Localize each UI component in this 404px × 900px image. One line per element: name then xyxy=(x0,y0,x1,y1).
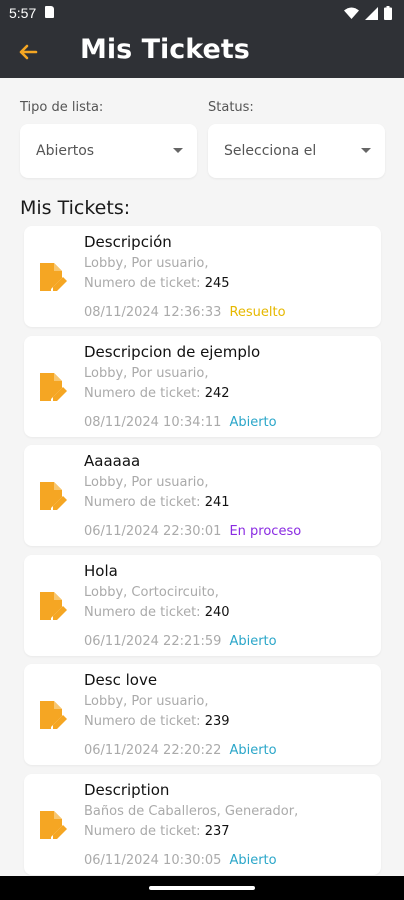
home-gesture-handle[interactable] xyxy=(149,886,255,890)
list-type-value: Abiertos xyxy=(36,143,95,159)
ticket-date: 08/11/2024 12:36:33 xyxy=(84,305,222,320)
ticket-number-label: Numero de ticket: xyxy=(84,495,201,510)
edit-document-icon xyxy=(40,701,67,729)
ticket-location: Lobby, Por usuario, xyxy=(84,475,209,490)
ticket-list: Descripción Lobby, Por usuario, Numero d… xyxy=(24,226,381,883)
ticket-location: Baños de Caballeros, Generador, xyxy=(84,803,299,819)
navigation-bar xyxy=(0,876,404,900)
ticket-number-label: Numero de ticket: xyxy=(84,823,201,839)
ticket-status: Abierto xyxy=(229,414,277,430)
app-bar: Mis Tickets xyxy=(0,26,404,78)
edit-document-icon xyxy=(40,482,67,510)
ticket-title: Desc love xyxy=(84,671,158,689)
ticket-number-label: Numero de ticket: xyxy=(84,276,201,291)
arrow-back-icon xyxy=(19,44,38,60)
ticket-number: 240 xyxy=(204,604,230,620)
ticket-date: 06/11/2024 22:30:01 xyxy=(84,524,222,539)
ticket-title: Hola xyxy=(84,561,118,580)
ticket-number: 241 xyxy=(204,495,230,510)
ticket-title: Aaaaaa xyxy=(84,452,141,470)
ticket-location: Lobby, Por usuario, xyxy=(84,365,209,381)
edit-document-icon xyxy=(40,263,67,291)
edit-document-icon xyxy=(40,591,67,620)
edit-document-icon xyxy=(40,372,67,401)
ticket-location: Lobby, Por usuario, xyxy=(84,694,209,709)
ticket-location: Lobby, Cortocircuito, xyxy=(84,584,219,600)
page-title: Mis Tickets xyxy=(80,34,250,65)
ticket-card[interactable]: Aaaaaa Lobby, Por usuario, Numero de tic… xyxy=(24,445,381,546)
status-dropdown[interactable]: Selecciona el xyxy=(208,124,385,178)
wifi-icon xyxy=(344,7,359,19)
ticket-card[interactable]: Description Baños de Caballeros, Generad… xyxy=(24,773,381,875)
status-time: 5:57 xyxy=(9,5,37,21)
ticket-number: 239 xyxy=(204,714,230,729)
ticket-status: Resuelto xyxy=(229,305,286,320)
status-label: Status: xyxy=(208,100,254,115)
ticket-status: Abierto xyxy=(229,852,277,868)
signal-icon xyxy=(365,6,378,20)
ticket-title: Descripcion de ejemplo xyxy=(84,342,261,361)
ticket-date: 08/11/2024 10:34:11 xyxy=(84,414,222,430)
ticket-card[interactable]: Desc love Lobby, Por usuario, Numero de … xyxy=(24,664,381,765)
list-type-label: Tipo de lista: xyxy=(20,100,104,115)
ticket-title: Description xyxy=(84,780,170,799)
back-button[interactable] xyxy=(14,38,42,66)
ticket-number: 242 xyxy=(204,385,230,401)
ticket-card[interactable]: Descripcion de ejemplo Lobby, Por usuari… xyxy=(24,335,381,437)
ticket-date: 06/11/2024 22:21:59 xyxy=(84,633,222,649)
ticket-status: En proceso xyxy=(229,524,302,539)
ticket-number-label: Numero de ticket: xyxy=(84,714,201,729)
dropdown-arrow-icon xyxy=(361,148,371,153)
list-type-dropdown[interactable]: Abiertos xyxy=(20,124,197,178)
ticket-number: 245 xyxy=(204,276,230,291)
status-bar: 5:57 xyxy=(0,0,404,26)
ticket-card[interactable]: Descripción Lobby, Por usuario, Numero d… xyxy=(24,226,381,327)
ticket-date: 06/11/2024 10:30:05 xyxy=(84,852,222,868)
ticket-card[interactable]: Hola Lobby, Cortocircuito, Numero de tic… xyxy=(24,554,381,656)
sd-card-icon xyxy=(45,6,54,18)
ticket-title: Descripción xyxy=(84,233,172,251)
battery-icon xyxy=(384,6,392,20)
section-title: Mis Tickets: xyxy=(20,197,131,219)
edit-document-icon xyxy=(40,810,67,839)
ticket-status: Abierto xyxy=(229,633,277,649)
ticket-date: 06/11/2024 22:20:22 xyxy=(84,743,222,758)
ticket-status: Abierto xyxy=(229,743,277,758)
ticket-number: 237 xyxy=(204,823,230,839)
dropdown-arrow-icon xyxy=(173,148,183,153)
status-value: Selecciona el xyxy=(224,143,317,159)
ticket-number-label: Numero de ticket: xyxy=(84,385,201,401)
ticket-location: Lobby, Por usuario, xyxy=(84,256,209,271)
ticket-number-label: Numero de ticket: xyxy=(84,604,201,620)
